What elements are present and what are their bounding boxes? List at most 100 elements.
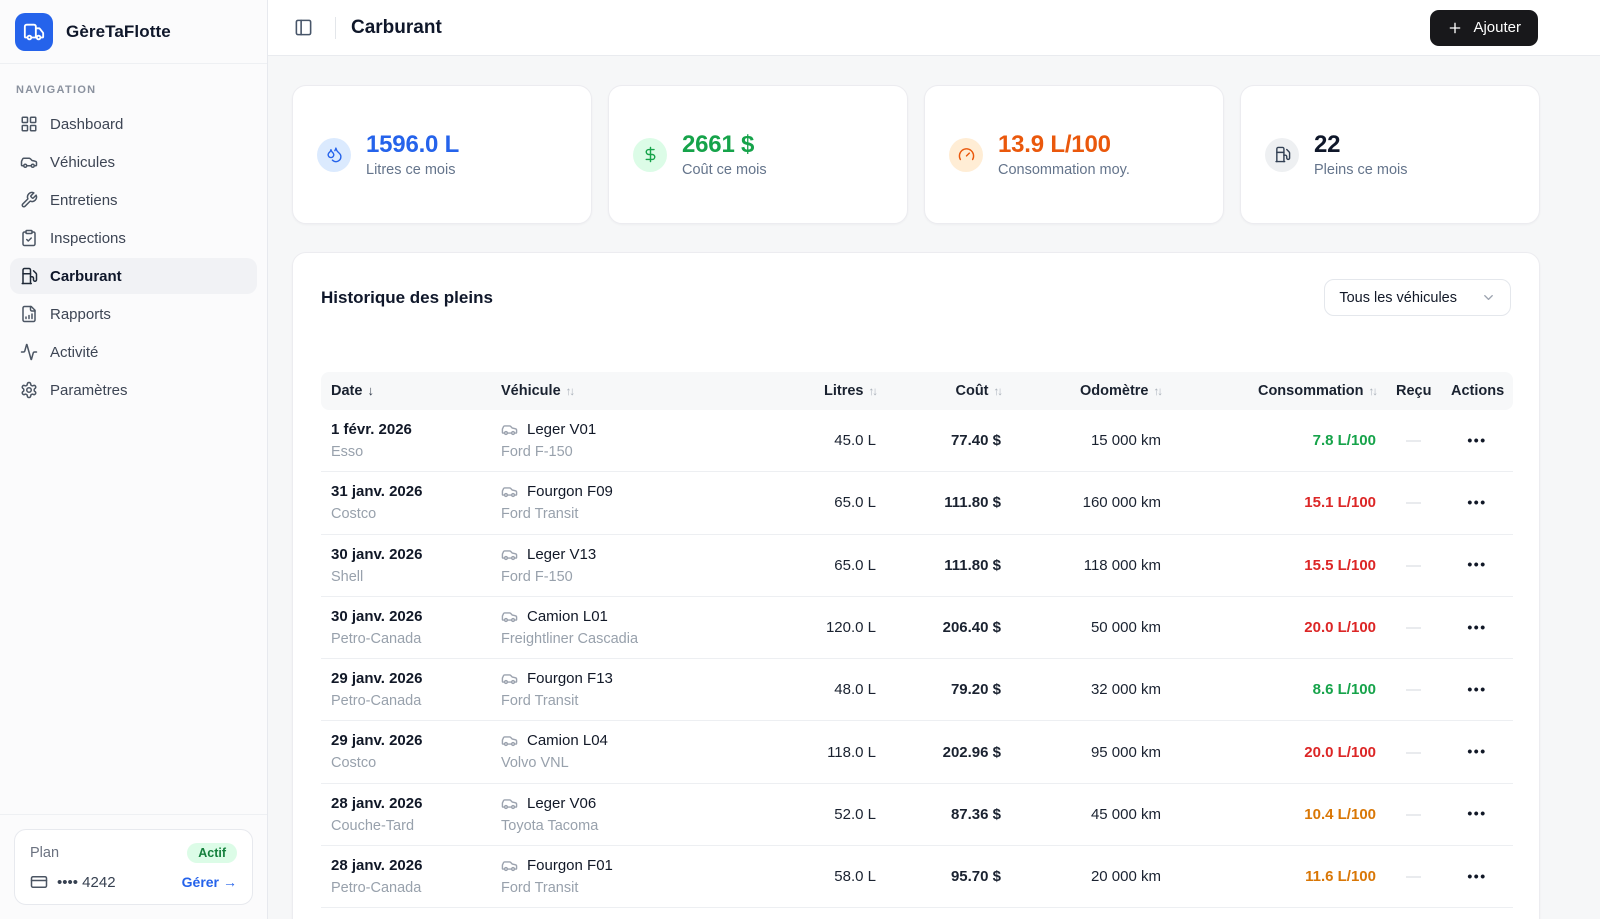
cost-cell: 77.40 $ bbox=[886, 410, 1011, 473]
add-fuel-entry-button[interactable]: Ajouter bbox=[1430, 9, 1538, 46]
sort-updown-icon: ↑↓ bbox=[1153, 386, 1163, 398]
column-label: Odomètre bbox=[1080, 383, 1149, 399]
car-icon bbox=[501, 546, 518, 563]
table-row: 31 janv. 2026 Costco Fourgon F09 Ford Tr… bbox=[321, 471, 1513, 535]
row-actions-button[interactable]: ••• bbox=[1467, 869, 1486, 883]
column-header-vehicule[interactable]: Véhicule ↑↓ bbox=[491, 372, 801, 410]
consumption-cell: 10.4 L/100 bbox=[1171, 783, 1386, 847]
plan-status-badge: Actif bbox=[187, 843, 237, 863]
sidebar-item-label: Dashboard bbox=[50, 115, 124, 133]
row-actions-button[interactable]: ••• bbox=[1467, 806, 1486, 820]
row-actions-button[interactable]: ••• bbox=[1467, 433, 1486, 447]
stats-row: 1596.0 L Litres ce mois 2661 $ Coût ce mois… bbox=[292, 85, 1540, 224]
vehicle-cell: Leger V06 Toyota Tacoma bbox=[491, 783, 801, 847]
page-content: 1596.0 L Litres ce mois 2661 $ Coût ce mois… bbox=[268, 56, 1600, 919]
manage-plan-link[interactable]: Gérer → bbox=[182, 874, 237, 890]
column-header-consommation[interactable]: Consommation ↑↓ bbox=[1171, 372, 1386, 410]
litres-cell: 118.0 L bbox=[801, 720, 886, 784]
stat-value: 1596.0 L bbox=[366, 131, 460, 159]
row-actions-button[interactable]: ••• bbox=[1467, 620, 1486, 634]
sort-updown-icon: ↑↓ bbox=[1368, 386, 1378, 398]
droplets-icon bbox=[317, 137, 351, 172]
sidebar-item-label: Activité bbox=[50, 343, 99, 361]
table-row: 29 janv. 2026 Costco Camion L04 Volvo VN… bbox=[321, 720, 1513, 784]
vehicle-model: Ford F-150 bbox=[501, 568, 573, 585]
row-actions-button[interactable]: ••• bbox=[1467, 744, 1486, 758]
stat-card-pleins-ce-mois: 22 Pleins ce mois bbox=[1240, 85, 1540, 224]
sidebar-item-dashboard[interactable]: Dashboard bbox=[10, 106, 257, 142]
sidebar-item-entretiens[interactable]: Entretiens bbox=[10, 182, 257, 218]
consumption-cell: 8.6 L/100 bbox=[1171, 658, 1386, 722]
vehicle-model: Volvo VNL bbox=[501, 755, 569, 772]
cost-cell: 111.80 $ bbox=[886, 471, 1011, 535]
car-icon bbox=[501, 732, 518, 749]
fillup-date: 29 janv. 2026 bbox=[331, 670, 423, 688]
row-actions-button[interactable]: ••• bbox=[1467, 495, 1486, 509]
receipt-cell: — bbox=[1386, 658, 1441, 722]
column-label: Actions bbox=[1451, 383, 1505, 399]
table-row: 28 janv. 2026 Couche-Tard Leger V06 Toyo… bbox=[321, 783, 1513, 847]
consumption-cell: 15.5 L/100 bbox=[1171, 534, 1386, 597]
fuel-history-table: Date ↓ Véhicule ↑↓ Litres ↑↓ Coût ↑↓ Odomètre ↑↓ C… bbox=[321, 372, 1513, 909]
consumption-cell: 7.8 L/100 bbox=[1171, 410, 1386, 473]
sidebar-item-label: Véhicules bbox=[50, 153, 116, 171]
nav-section-label: NAVIGATION bbox=[16, 84, 97, 96]
column-header-odometre[interactable]: Odomètre ↑↓ bbox=[1011, 372, 1171, 410]
plus-icon bbox=[1447, 20, 1463, 36]
column-label: Date bbox=[331, 383, 363, 399]
gear-icon bbox=[20, 381, 38, 399]
vehicle-cell: Fourgon F13 Ford Transit bbox=[491, 658, 801, 722]
row-actions-button[interactable]: ••• bbox=[1467, 682, 1486, 696]
sidebar-item-rapports[interactable]: Rapports bbox=[10, 296, 257, 332]
vehicle-model: Ford F-150 bbox=[501, 444, 573, 460]
sidebar-item-activite[interactable]: Activité bbox=[10, 334, 257, 370]
date-cell: 28 janv. 2026 Petro-Canada bbox=[321, 845, 491, 909]
stat-label: Coût ce mois bbox=[682, 161, 767, 178]
litres-cell: 45.0 L bbox=[801, 410, 886, 473]
row-actions-button[interactable]: ••• bbox=[1467, 557, 1486, 571]
sidebar-item-parametres[interactable]: Paramètres bbox=[10, 372, 257, 408]
fillup-date: 30 janv. 2026 bbox=[331, 607, 423, 625]
table-row: 30 janv. 2026 Shell Leger V13 Ford F-150… bbox=[321, 534, 1513, 597]
stat-label: Litres ce mois bbox=[366, 161, 456, 178]
car-icon bbox=[501, 795, 518, 812]
app-logo-truck-icon bbox=[15, 12, 53, 51]
sort-desc-icon: ↓ bbox=[367, 383, 374, 398]
sidebar-item-inspections[interactable]: Inspections bbox=[10, 220, 257, 256]
vehicle-model: Freightliner Cascadia bbox=[501, 630, 639, 647]
consumption-cell: 20.0 L/100 bbox=[1171, 596, 1386, 660]
receipt-cell: — bbox=[1386, 471, 1441, 535]
cost-cell: 79.20 $ bbox=[886, 658, 1011, 722]
vehicle-name: Camion L01 bbox=[527, 607, 608, 625]
vehicle-name: Leger V01 bbox=[527, 421, 597, 438]
credit-card-icon bbox=[30, 873, 48, 891]
sidebar: GèreTaFlotte NAVIGATION Dashboard Véhicul… bbox=[0, 0, 268, 919]
sidebar-item-carburant[interactable]: Carburant bbox=[10, 258, 257, 294]
vehicle-filter-select[interactable]: Tous les véhicules bbox=[1324, 279, 1511, 316]
brand-name: GèreTaFlotte bbox=[66, 21, 171, 41]
odometer-cell: 32 000 km bbox=[1011, 658, 1171, 722]
car-icon bbox=[501, 670, 518, 687]
consumption-cell: 15.1 L/100 bbox=[1171, 471, 1386, 535]
file-chart-icon bbox=[20, 305, 38, 323]
column-label: Véhicule bbox=[501, 383, 561, 399]
fillup-date: 31 janv. 2026 bbox=[331, 483, 423, 501]
table-title: Historique des pleins bbox=[321, 287, 493, 307]
dashboard-grid-icon bbox=[20, 115, 38, 133]
activity-icon bbox=[20, 343, 38, 361]
column-header-litres[interactable]: Litres ↑↓ bbox=[801, 372, 886, 410]
sidebar-item-label: Paramètres bbox=[50, 381, 128, 399]
date-cell: 1 févr. 2026 Esso bbox=[321, 410, 491, 473]
column-header-date[interactable]: Date ↓ bbox=[321, 372, 491, 410]
fuel-station: Petro-Canada bbox=[331, 630, 422, 647]
date-cell: 29 janv. 2026 Costco bbox=[321, 720, 491, 784]
sidebar-item-vehicules[interactable]: Véhicules bbox=[10, 144, 257, 180]
vehicle-cell: Leger V13 Ford F-150 bbox=[491, 534, 801, 597]
fuel-station: Costco bbox=[331, 755, 377, 772]
panel-left-icon[interactable] bbox=[286, 11, 320, 45]
chevron-down-icon bbox=[1481, 290, 1496, 305]
vehicle-model: Ford Transit bbox=[501, 880, 579, 897]
sidebar-footer: Plan Actif •••• 4242 Gérer → bbox=[0, 814, 267, 919]
litres-cell: 120.0 L bbox=[801, 596, 886, 660]
column-header-cout[interactable]: Coût ↑↓ bbox=[886, 372, 1011, 410]
